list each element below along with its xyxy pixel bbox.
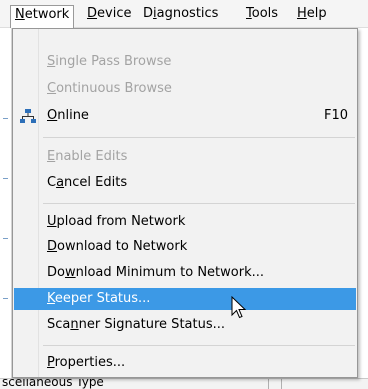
menu-item-download-minimum[interactable]: Download Minimum to Network... [14, 262, 356, 284]
menubar: Network Device Diagnostics Tools Help [0, 0, 368, 28]
menu-item-online[interactable]: Online F10 [14, 105, 356, 127]
menu-diagnostics-rest: agnostics [156, 6, 219, 21]
menu-separator [43, 137, 355, 138]
menu-item-single-pass-browse: Single Pass Browse [14, 51, 356, 73]
menu-separator [43, 345, 355, 346]
menu-diagnostics-pre: D [143, 6, 154, 21]
menu-help-mnemonic: H [297, 6, 307, 21]
menu-item-label: Cancel Edits [47, 175, 128, 190]
menu-item-label: Single Pass Browse [47, 54, 172, 69]
menu-item-label: Continuous Browse [47, 81, 172, 96]
menu-network-mnemonic: N [15, 7, 25, 22]
menu-device-rest: evice [97, 6, 132, 21]
menu-help-rest: elp [306, 6, 327, 21]
background-cell [268, 379, 282, 389]
network-dropdown-menu: Single Pass Browse Continuous Browse Onl… [12, 28, 358, 378]
menu-device[interactable]: Device [83, 4, 135, 24]
menu-item-label: Download to Network [47, 239, 188, 254]
menu-item-label: Enable Edits [47, 149, 128, 164]
menu-item-label: Download Minimum to Network... [47, 265, 265, 280]
network-icon [20, 108, 36, 124]
menu-item-label: Online [47, 108, 89, 123]
background-cell-text: scellaneous Type [2, 378, 104, 389]
menu-diagnostics[interactable]: Diagnostics [139, 4, 222, 24]
menu-device-mnemonic: D [87, 6, 98, 21]
menu-separator [43, 203, 355, 204]
tree-line [3, 298, 8, 299]
tree-line [3, 118, 8, 119]
menu-network-rest: etwork [24, 7, 70, 22]
menu-tools-rest: ools [251, 6, 279, 21]
menu-item-continuous-browse: Continuous Browse [14, 78, 356, 100]
menu-network[interactable]: Network [10, 5, 75, 28]
arrow-pointer-icon [231, 295, 247, 320]
menu-item-label: Keeper Status... [47, 291, 151, 306]
tree-line [3, 178, 8, 179]
menu-item-scanner-signature-status[interactable]: Scanner Signature Status... [14, 314, 356, 336]
menu-item-label: Properties... [47, 355, 126, 370]
menu-item-cancel-edits[interactable]: Cancel Edits [14, 172, 356, 194]
menu-item-download-to-network[interactable]: Download to Network [14, 236, 356, 258]
menu-item-label: Upload from Network [47, 214, 186, 229]
tree-line [3, 238, 8, 239]
menu-item-keeper-status[interactable]: Keeper Status... [14, 288, 356, 310]
menu-item-label: Scanner Signature Status... [47, 317, 226, 332]
menu-item-enable-edits: Enable Edits [14, 146, 356, 168]
menu-item-properties[interactable]: Properties... [14, 352, 356, 374]
background-panel [0, 28, 12, 389]
menu-tools[interactable]: Tools [242, 4, 282, 24]
menu-help[interactable]: Help [293, 4, 331, 24]
menu-item-shortcut: F10 [324, 108, 349, 123]
background-table-row: scellaneous Type [0, 378, 368, 389]
menu-item-upload-from-network[interactable]: Upload from Network [14, 211, 356, 233]
